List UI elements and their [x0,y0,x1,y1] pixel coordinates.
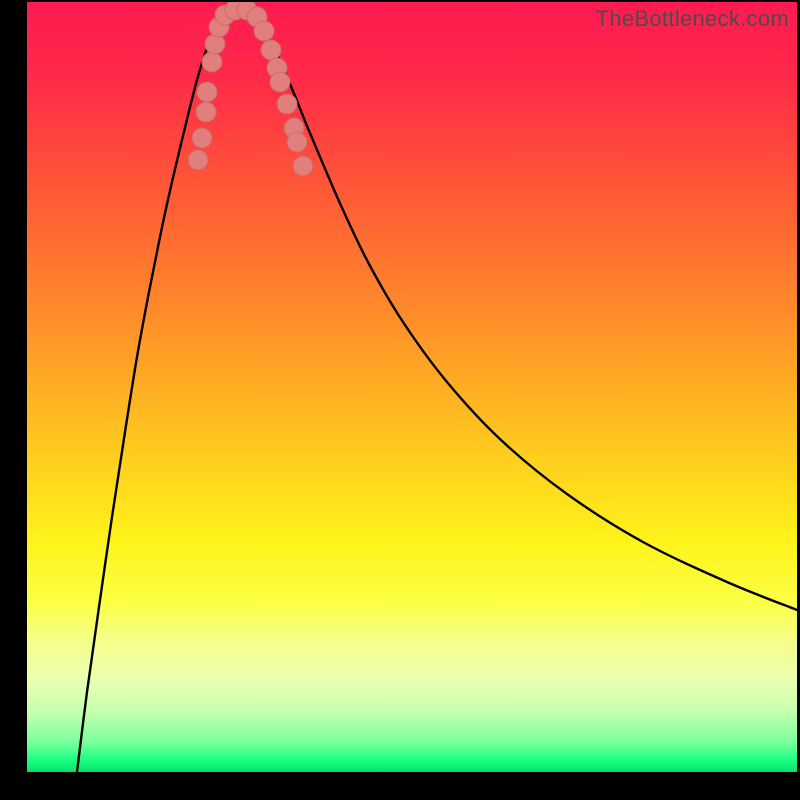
outer-frame: TheBottleneck.com [0,0,800,800]
data-marker [287,132,307,152]
marker-group [188,2,313,176]
data-marker [254,21,274,41]
data-marker [197,82,217,102]
data-marker [261,40,281,60]
data-marker [202,52,222,72]
right-branch-curve [237,5,797,610]
data-marker [188,150,208,170]
data-marker [196,102,216,122]
plot-area: TheBottleneck.com [27,2,797,772]
data-marker [270,72,290,92]
data-marker [192,128,212,148]
data-marker [277,94,297,114]
curves-layer [27,2,797,772]
left-branch-curve [77,5,237,772]
data-marker [293,156,313,176]
